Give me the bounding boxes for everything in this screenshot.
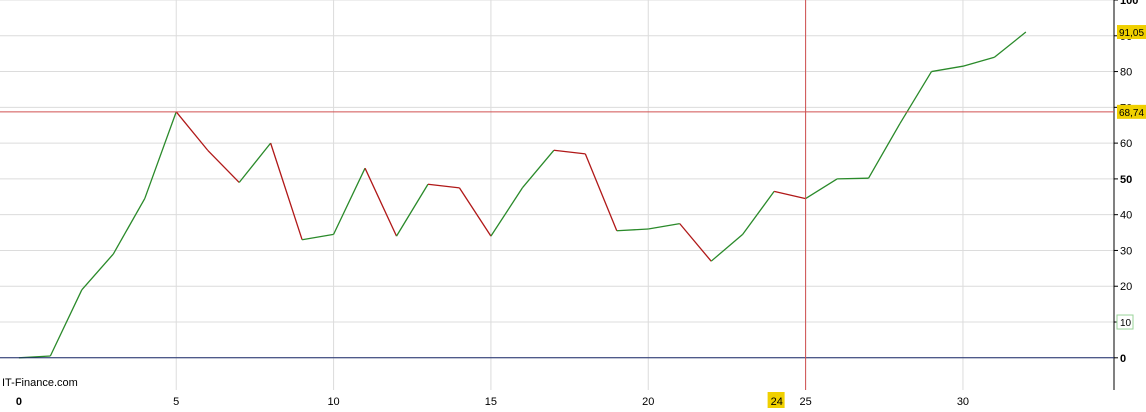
series-segment [837,177,869,180]
crosshair-x-tag: 24 [767,392,785,408]
chart: 0102030405060708090100 051015202530 IT-F… [0,0,1146,412]
y-tick-label: 0 [1120,353,1126,365]
x-tick-label: 0 [16,396,22,408]
y-tick-label: 100 [1120,0,1138,7]
marker-tag: 10 [1116,314,1134,330]
crosshair-y-tag: 68,74 [1117,104,1146,119]
y-tick-label: 50 [1120,174,1132,186]
y-tick-label: 80 [1120,67,1132,79]
crosshair-x-label: 24 [771,396,783,408]
y-tick-label: 30 [1120,245,1132,257]
x-tick-label: 30 [957,396,969,408]
plot-background [0,0,1146,412]
last-value-tag: 91,05 [1117,25,1146,40]
y-tick-label: 40 [1120,210,1132,222]
source-label: IT-Finance.com [2,377,78,389]
marker-label: 10 [1120,318,1132,329]
last-value-label: 91,05 [1119,28,1144,39]
y-tick-label: 60 [1120,138,1132,150]
crosshair-y-label: 68,74 [1119,108,1144,119]
y-tick-label: 20 [1120,281,1132,293]
x-tick-label: 5 [173,396,179,408]
x-tick-label: 15 [485,396,497,408]
x-tick-label: 10 [327,396,339,408]
x-tick-label: 20 [642,396,654,408]
x-tick-label: 25 [799,396,811,408]
